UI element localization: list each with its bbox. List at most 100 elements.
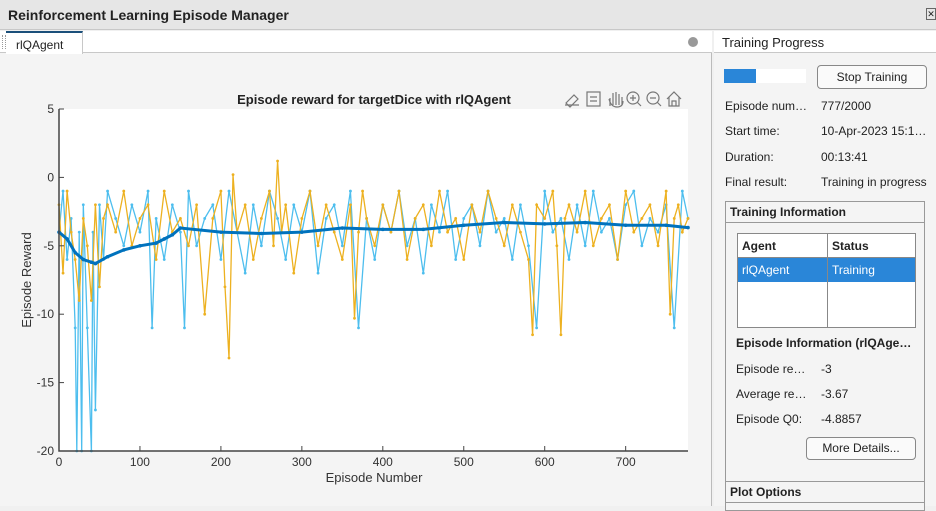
data-point — [219, 189, 223, 193]
average-reward-field: Average re… -3.67 — [736, 387, 848, 401]
pan-hand-icon[interactable] — [608, 92, 624, 108]
data-point — [413, 217, 417, 220]
data-point — [170, 203, 174, 207]
data-point — [154, 258, 158, 261]
y-tick-label: -15 — [37, 376, 55, 390]
data-point — [648, 203, 652, 207]
field-label: Final result: — [725, 175, 788, 189]
data-point — [373, 258, 377, 261]
episode-q0-field: Episode Q0: -4.8857 — [736, 412, 862, 426]
field-value: 00:13:41 — [821, 150, 868, 164]
data-point — [486, 189, 490, 193]
y-tick-label: -20 — [37, 444, 55, 458]
data-point — [672, 217, 676, 220]
data-point — [454, 258, 458, 261]
progress-bar — [724, 69, 806, 83]
zoom-out-icon[interactable] — [646, 91, 662, 107]
field-label: Duration: — [725, 150, 774, 164]
x-tick-label: 500 — [454, 455, 474, 469]
field-value: -4.8857 — [821, 412, 862, 426]
data-point — [81, 217, 85, 220]
data-point — [470, 203, 474, 207]
data-point — [308, 189, 312, 193]
data-point — [535, 203, 539, 207]
data-point — [195, 244, 199, 248]
zoom-in-icon[interactable] — [626, 91, 642, 107]
data-point — [502, 244, 506, 248]
data-point — [680, 189, 684, 193]
data-point — [527, 244, 530, 248]
y-tick-label: -5 — [43, 239, 54, 253]
brush-icon[interactable] — [565, 94, 579, 108]
data-point — [664, 189, 668, 193]
window-titlebar: Reinforcement Learning Episode Manager ✕ — [0, 0, 936, 30]
data-point — [551, 230, 555, 234]
chart-title: Episode reward for targetDice with rlQAg… — [237, 92, 511, 107]
data-point — [668, 312, 672, 316]
field-value: -3.67 — [821, 387, 849, 401]
field-episode-number: Episode num… 777/2000 — [725, 99, 871, 113]
legend-icon[interactable] — [586, 91, 601, 107]
plot-options-group[interactable]: Plot Options — [725, 481, 925, 511]
data-point — [340, 226, 345, 230]
data-point — [438, 189, 441, 193]
data-point — [69, 230, 73, 234]
data-point — [227, 189, 231, 193]
data-point — [478, 244, 482, 248]
data-point — [454, 217, 458, 220]
data-point — [421, 271, 425, 275]
data-point — [272, 244, 275, 248]
data-point — [349, 203, 352, 207]
data-point — [81, 203, 85, 207]
table-row[interactable]: rlQAgent Training — [737, 257, 916, 282]
data-point — [73, 258, 77, 261]
data-point — [81, 257, 86, 262]
data-point — [227, 356, 231, 360]
data-point — [203, 312, 207, 316]
data-point — [122, 189, 126, 193]
data-point — [138, 217, 142, 220]
x-tick-label: 400 — [373, 455, 393, 469]
data-point — [292, 203, 296, 207]
data-point — [122, 244, 126, 248]
data-point — [61, 271, 65, 275]
data-point — [284, 203, 288, 207]
data-point — [73, 250, 77, 255]
field-value: 777/2000 — [821, 99, 872, 113]
data-point — [397, 189, 401, 193]
axes-toolbar — [565, 91, 682, 108]
data-point — [300, 230, 304, 234]
data-point — [251, 258, 255, 261]
data-point — [502, 217, 506, 220]
x-tick-label: 700 — [616, 455, 636, 469]
x-tick-label: 300 — [292, 455, 312, 469]
home-icon[interactable] — [666, 91, 682, 107]
data-point — [93, 261, 98, 266]
data-point — [146, 203, 150, 207]
data-point — [162, 237, 167, 241]
data-point — [170, 233, 175, 237]
field-value: -3 — [821, 362, 832, 376]
data-point — [259, 231, 264, 236]
stop-training-button[interactable]: Stop Training — [817, 65, 927, 89]
data-point — [219, 230, 223, 234]
agent-table: Agent Status rlQAgent Training — [737, 233, 916, 328]
data-point — [243, 203, 247, 207]
more-details-button[interactable]: More Details... — [806, 437, 916, 460]
data-point — [656, 230, 660, 234]
data-point — [535, 326, 539, 330]
x-tick-label: 600 — [535, 455, 555, 469]
field-label: Episode re… — [736, 362, 806, 376]
data-point — [150, 326, 154, 330]
episode-info-header: Episode Information (rlQAge… — [736, 336, 912, 350]
group-header: Training Information — [726, 202, 924, 223]
data-point — [211, 217, 215, 220]
column-header-agent: Agent — [737, 233, 828, 258]
data-point — [599, 217, 603, 220]
close-icon[interactable]: ✕ — [926, 8, 936, 20]
data-point — [259, 244, 263, 248]
data-point — [73, 326, 77, 330]
x-tick-label: 100 — [130, 455, 150, 469]
data-point — [632, 230, 636, 234]
data-point — [381, 227, 385, 232]
